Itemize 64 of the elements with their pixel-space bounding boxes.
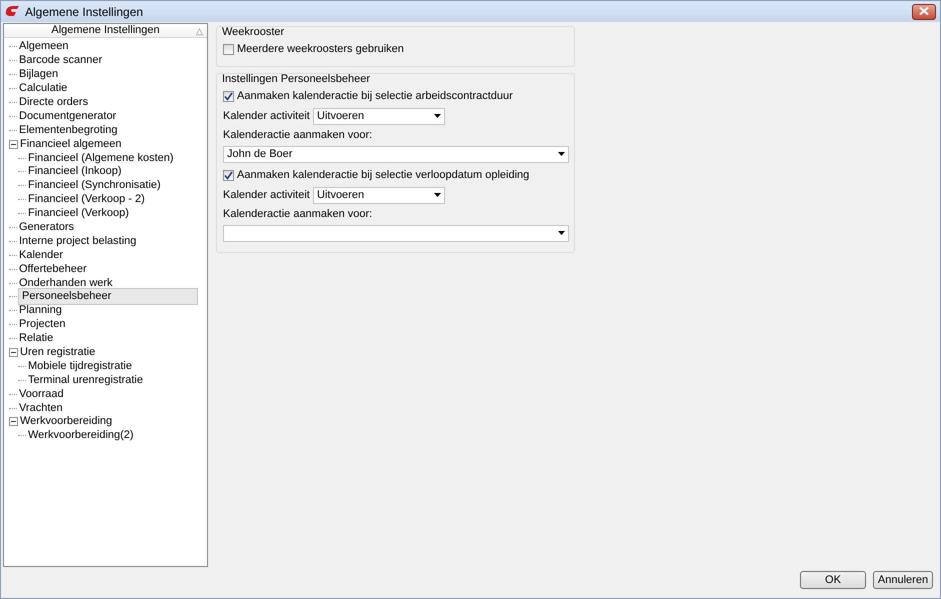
checkbox[interactable] [223,90,234,102]
tree-item[interactable]: Kalender [18,248,64,262]
checkbox-label: Aanmaken kalenderactie bij selectie arbeidscontractduur [237,88,513,104]
tree-item[interactable]: Financieel (Inkoop) [27,165,123,178]
ok-button[interactable]: OK [800,571,866,589]
tree-item[interactable]: Personeelsbeheer [18,288,198,306]
dropdown-arrow-icon[interactable] [558,152,565,156]
tree-item[interactable]: Financieel algemeen [19,138,123,151]
tree-item[interactable]: Documentgenerator [18,110,118,123]
dropdown-arrow-icon[interactable] [434,114,441,118]
group-title: Weekrooster [222,26,286,39]
dropdown-field[interactable]: Uitvoeren [313,108,445,124]
header-label: Algemene Instellingen [51,23,160,38]
tree-item[interactable]: Algemeen [18,40,70,54]
select-value: Uitvoeren [317,108,364,124]
tree-item[interactable]: Relatie [18,332,54,346]
select-value: Uitvoeren [317,188,364,203]
tree-item[interactable]: Generators [18,221,76,234]
field-label: Kalender activiteit [223,188,311,203]
tree-item[interactable]: Projecten [18,318,66,332]
tree-item[interactable]: Werkvoorbereiding(2) [27,429,135,442]
tree-item[interactable]: Financieel (Verkoop - 2) [27,193,146,206]
field-label: Kalenderactie aanmaken voor: [223,129,372,141]
expand-toggle-icon[interactable] [9,140,18,149]
tree-item[interactable]: Directe orders [18,96,90,109]
dropdown-field[interactable] [223,224,569,242]
tree-item[interactable]: Elementenbegroting [18,124,118,137]
close-icon[interactable] [919,7,929,16]
dropdown-arrow-icon[interactable] [434,193,441,197]
tree-item[interactable]: Voorraad [18,388,65,401]
tree-item[interactable]: Financieel (Verkoop) [27,207,130,220]
cancel-button[interactable]: Annuleren [873,571,933,589]
tree-item[interactable]: Uren registratie [19,346,96,360]
tree-item[interactable]: Onderhanden werk [18,276,114,290]
tree-item[interactable]: Barcode scanner [18,54,104,68]
checkbox-label: Aanmaken kalenderactie bij selectie verloopdatum opleiding [237,168,530,183]
column-header[interactable]: Algemene Instellingen △ [4,24,207,38]
expand-toggle-icon[interactable] [9,417,18,426]
tree-item[interactable]: Interne project belasting [18,234,138,248]
tree-item[interactable]: Planning [18,304,63,318]
checkbox[interactable] [223,170,234,180]
checkbox-label: Meerdere weekroosters gebruiken [237,42,404,57]
tree-item[interactable]: Financieel (Synchronisatie) [27,179,162,192]
app-logo-icon [5,5,20,18]
tree-item[interactable]: Terminal urenregistratie [27,374,144,387]
dropdown-field[interactable]: Uitvoeren [313,186,445,204]
tree-item[interactable]: Calculatie [18,82,68,96]
tree-item[interactable]: Offertebeheer [18,262,88,276]
group-title: Instellingen Personeelsbeheer [222,73,371,86]
tree-item[interactable]: Werkvoorbereiding [19,415,114,428]
window-title: Algemene Instellingen [25,4,144,20]
checkbox[interactable] [223,44,234,54]
tree-item[interactable]: Bijlagen [18,68,60,82]
tree-item[interactable]: Vrachten [18,402,64,415]
select-value: John de Boer [227,146,292,162]
field-label: Kalender activiteit [223,108,311,124]
dropdown-field[interactable]: John de Boer [223,146,569,162]
sort-icon: △ [196,24,203,38]
expand-toggle-icon[interactable] [9,348,18,358]
tree-item[interactable]: Mobiele tijdregistratie [27,360,133,373]
dropdown-arrow-icon[interactable] [558,231,565,235]
tree-item[interactable]: Financieel (Algemene kosten) [27,152,175,165]
close-button[interactable] [912,4,936,20]
field-label: Kalenderactie aanmaken voor: [223,208,372,220]
